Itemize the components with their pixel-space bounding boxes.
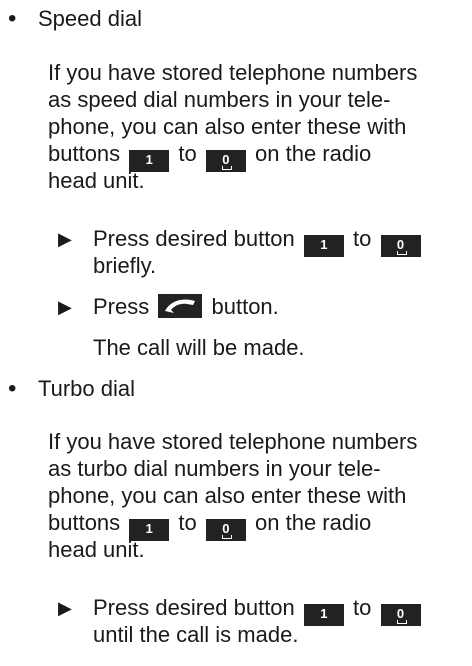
speed-dial-step-press-button: ▶ Press desired button 1 to 0 briefly. bbox=[58, 225, 468, 279]
step-text: Press desired button bbox=[93, 595, 295, 620]
step-arrow-icon: ▶ bbox=[58, 229, 72, 249]
bullet-turbo-dial: • Turbo dial bbox=[8, 375, 135, 407]
result-text: The call will be made. bbox=[93, 335, 305, 360]
speed-dial-step-press-phone: ▶ Press button. bbox=[58, 293, 468, 320]
bullet-icon: • bbox=[8, 375, 17, 402]
buttons-word: buttons bbox=[48, 510, 121, 535]
radio-tail: on the radio bbox=[255, 141, 372, 166]
para-line: head unit. bbox=[48, 537, 145, 562]
turbo-dial-paragraph: If you have stored telephone numbers as … bbox=[48, 428, 468, 563]
key-0-button: 0 bbox=[380, 235, 421, 257]
key-0-button: 0 bbox=[205, 150, 246, 172]
step-text: Press bbox=[93, 294, 150, 319]
phone-handset-icon bbox=[158, 294, 203, 318]
key-0-button: 0 bbox=[205, 519, 246, 541]
bullet-speed-dial: • Speed dial bbox=[8, 5, 142, 37]
para-line: phone, you can also enter these with bbox=[48, 483, 407, 508]
key-0-button: 0 bbox=[380, 604, 421, 626]
step-arrow-icon: ▶ bbox=[58, 598, 72, 618]
to-word: to bbox=[178, 141, 197, 166]
para-line: as turbo dial numbers in your tele- bbox=[48, 456, 381, 481]
para-line: as speed dial numbers in your tele- bbox=[48, 87, 391, 112]
para-line: If you have stored telephone numbers bbox=[48, 60, 418, 85]
manual-page: • Speed dial If you have stored telephone… bbox=[0, 0, 472, 666]
turbo-dial-step-press-button: ▶ Press desired button 1 to 0 until the c… bbox=[58, 594, 468, 648]
para-line: If you have stored telephone numbers bbox=[48, 429, 418, 454]
section-title-speed-dial: Speed dial bbox=[38, 6, 142, 31]
section-title-turbo-dial: Turbo dial bbox=[38, 376, 136, 401]
to-word: to bbox=[353, 226, 372, 251]
buttons-word: buttons bbox=[48, 141, 121, 166]
speed-dial-paragraph: If you have stored telephone numbers as … bbox=[48, 59, 468, 194]
para-line: head unit. bbox=[48, 168, 145, 193]
bullet-icon: • bbox=[8, 5, 17, 32]
radio-tail: on the radio bbox=[255, 510, 372, 535]
to-word: to bbox=[178, 510, 197, 535]
key-1-button: 1 bbox=[303, 235, 344, 257]
step-arrow-icon: ▶ bbox=[58, 297, 72, 317]
key-1-button: 1 bbox=[303, 604, 344, 626]
to-word: to bbox=[353, 595, 372, 620]
para-line-buttons: buttons 1 to 0 on the radio bbox=[48, 509, 468, 541]
para-line-buttons: buttons 1 to 0 on the radio bbox=[48, 140, 468, 172]
step-text: Press desired button bbox=[93, 226, 295, 251]
key-1-button: 1 bbox=[129, 519, 170, 541]
para-line: phone, you can also enter these with bbox=[48, 114, 407, 139]
key-1-button: 1 bbox=[129, 150, 170, 172]
step-text: button. bbox=[211, 294, 279, 319]
